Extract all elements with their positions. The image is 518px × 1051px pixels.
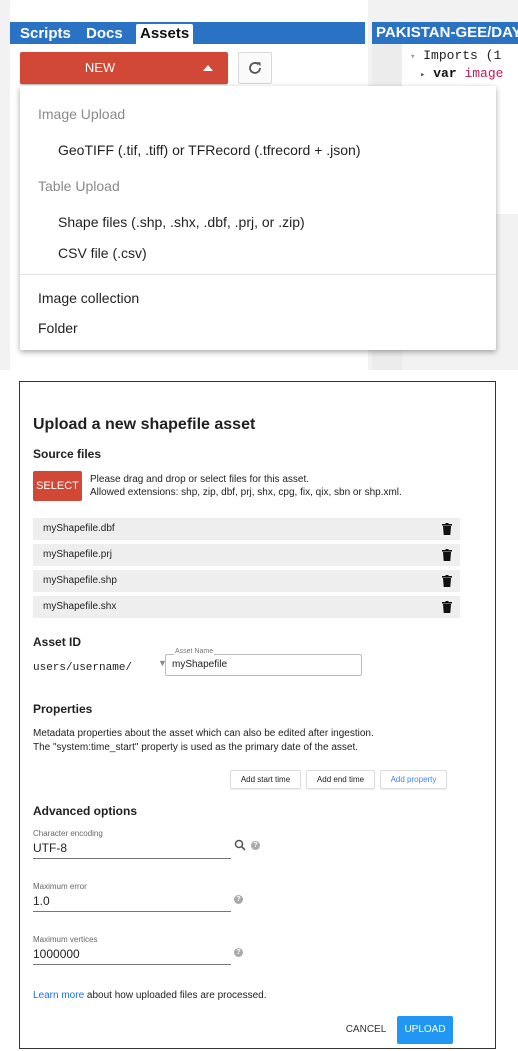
properties-desc-line: Metadata properties about the asset whic… (33, 728, 374, 739)
file-name: myShapefile.dbf (43, 523, 115, 534)
expand-arrow-icon: ▸ (420, 70, 426, 80)
file-name: myShapefile.prj (43, 549, 112, 560)
max-vertices-input[interactable]: 1000000 (33, 947, 80, 961)
left-panel-tab-bar: Scripts Docs Assets (10, 22, 365, 44)
tab-docs[interactable]: Docs (82, 24, 127, 44)
asset-name-field[interactable]: Asset Name myShapefile (165, 648, 362, 676)
code-variable: image (464, 66, 504, 81)
file-row: myShapefile.shp (33, 570, 460, 592)
file-name: myShapefile.shx (43, 601, 117, 612)
properties-description: Metadata properties about the asset whic… (33, 727, 374, 755)
fold-arrow-icon: ▾ (410, 52, 416, 62)
menu-header-image-upload: Image Upload (38, 106, 126, 122)
menu-divider (20, 274, 496, 275)
search-icon[interactable] (234, 839, 246, 851)
source-files-heading: Source files (33, 447, 102, 461)
code-keyword: var (433, 66, 457, 81)
code-line: ▸ var image (420, 66, 503, 81)
code-text: Imports (1 (423, 48, 502, 63)
file-row: myShapefile.dbf (33, 518, 460, 540)
caret-up-icon (203, 65, 213, 71)
new-button-label: NEW (84, 60, 116, 75)
learn-more-link[interactable]: Learn more (33, 990, 84, 1001)
menu-item-image-collection[interactable]: Image collection (38, 290, 139, 306)
learn-more-text: Learn more about how uploaded files are … (33, 990, 266, 1001)
help-icon[interactable]: ? (251, 841, 260, 850)
asset-id-heading: Asset ID (33, 635, 82, 649)
trash-icon[interactable] (442, 549, 452, 561)
char-encoding-underline (33, 858, 231, 859)
max-vertices-label: Maximum vertices (33, 935, 98, 944)
trash-icon[interactable] (442, 523, 452, 535)
max-vertices-underline (33, 964, 231, 965)
char-encoding-label: Character encoding (33, 829, 103, 838)
allowed-extensions-line: Allowed extensions: shp, zip, dbf, prj, … (90, 487, 402, 498)
add-start-time-button[interactable]: Add start time (230, 770, 301, 789)
asset-root-select[interactable]: users/username/ (33, 662, 132, 674)
add-property-button[interactable]: Add property (380, 770, 447, 789)
char-encoding-input[interactable]: UTF-8 (33, 841, 67, 855)
new-asset-menu: Image Upload GeoTIFF (.tif, .tiff) or TF… (20, 86, 496, 350)
max-error-label: Maximum error (33, 882, 87, 891)
tab-scripts[interactable]: Scripts (16, 24, 75, 44)
file-name: myShapefile.shp (43, 575, 117, 586)
refresh-button[interactable] (238, 52, 272, 84)
cancel-button[interactable]: CANCEL (342, 1016, 390, 1044)
menu-header-table-upload: Table Upload (38, 178, 120, 194)
drop-instructions: Please drag and drop or select files for… (90, 473, 402, 499)
menu-item-folder[interactable]: Folder (38, 320, 78, 336)
file-row: myShapefile.prj (33, 544, 460, 566)
script-title: PAKISTAN-GEE/DAY (372, 22, 518, 44)
menu-item-csv[interactable]: CSV file (.csv) (58, 245, 147, 261)
add-end-time-button[interactable]: Add end time (306, 770, 375, 789)
upload-shapefile-dialog: Upload a new shapefile asset Source file… (19, 381, 496, 1049)
code-editor-panel: Scripts Docs Assets NEW PAKISTAN-GEE/DAY… (0, 0, 518, 370)
menu-item-shape-files[interactable]: Shape files (.shp, .shx, .dbf, .prj, or … (58, 214, 305, 230)
menu-item-geotiff[interactable]: GeoTIFF (.tif, .tiff) or TFRecord (.tfre… (58, 142, 361, 158)
properties-heading: Properties (33, 702, 93, 716)
max-error-input[interactable]: 1.0 (33, 894, 50, 908)
refresh-icon (249, 62, 261, 74)
advanced-options-heading: Advanced options (33, 804, 138, 818)
file-row: myShapefile.shx (33, 596, 460, 618)
asset-name-label: Asset Name (174, 648, 215, 655)
trash-icon[interactable] (442, 575, 452, 587)
help-icon[interactable]: ? (234, 948, 243, 957)
new-button[interactable]: NEW (20, 52, 228, 84)
max-error-underline (33, 911, 231, 912)
trash-icon[interactable] (442, 601, 452, 613)
learn-more-rest: about how uploaded files are processed. (84, 990, 267, 1001)
asset-name-value: myShapefile (172, 659, 228, 670)
code-line: ▾ Imports (1 (410, 48, 501, 63)
drop-instructions-line: Please drag and drop or select files for… (90, 474, 310, 485)
dialog-title: Upload a new shapefile asset (33, 416, 256, 433)
upload-button[interactable]: UPLOAD (397, 1016, 453, 1044)
properties-desc-line: The "system:time_start" property is used… (33, 742, 359, 753)
select-button[interactable]: SELECT (33, 471, 82, 501)
tab-assets[interactable]: Assets (136, 24, 194, 44)
help-icon[interactable]: ? (234, 895, 243, 904)
